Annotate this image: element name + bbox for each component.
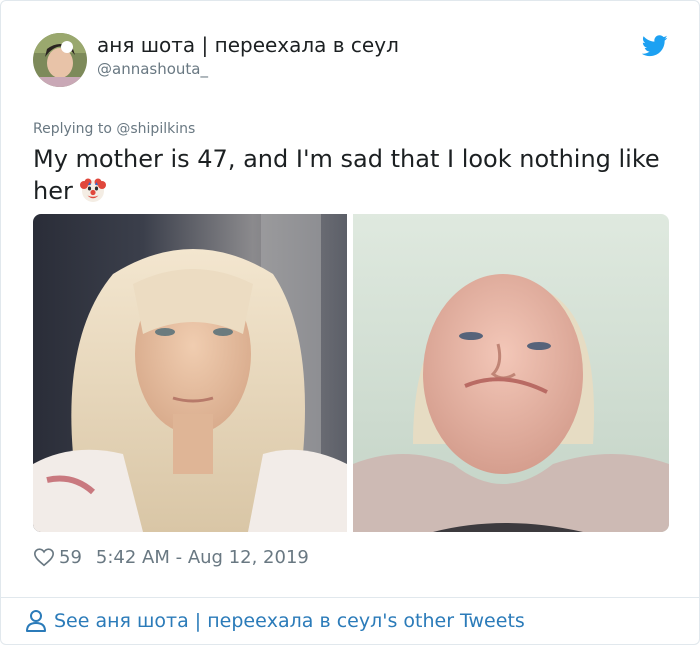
replying-to-label[interactable]: Replying to @shipilkins: [33, 121, 195, 137]
tweet-photo-mother[interactable]: [353, 214, 669, 532]
clown-face-emoji-icon: [79, 178, 106, 202]
person-icon: [26, 610, 46, 632]
tweet-photo-daughter[interactable]: [33, 214, 347, 532]
tweet-body: My mother is 47, and I'm sad that I look…: [33, 145, 660, 205]
tweet-meta: 59 5:42 AM - Aug 12, 2019: [33, 544, 309, 570]
avatar[interactable]: [33, 33, 87, 87]
like-count[interactable]: 59: [59, 547, 82, 568]
embedded-tweet-card: аня шота | переехала в сеул @annashouta_…: [0, 0, 700, 645]
tweet-timestamp[interactable]: 5:42 AM - Aug 12, 2019: [96, 547, 309, 568]
heart-icon[interactable]: [33, 546, 55, 568]
footer-divider: [1, 597, 699, 598]
tweet-text: My mother is 47, and I'm sad that I look…: [33, 143, 673, 207]
author-handle[interactable]: @annashouta_: [97, 60, 208, 78]
other-tweets-label[interactable]: See аня шота | переехала в сеул's other …: [54, 610, 525, 632]
author-name[interactable]: аня шота | переехала в сеул: [97, 33, 399, 57]
twitter-bird-icon[interactable]: [642, 35, 668, 57]
other-tweets-link[interactable]: See аня шота | переехала в сеул's other …: [25, 607, 525, 635]
